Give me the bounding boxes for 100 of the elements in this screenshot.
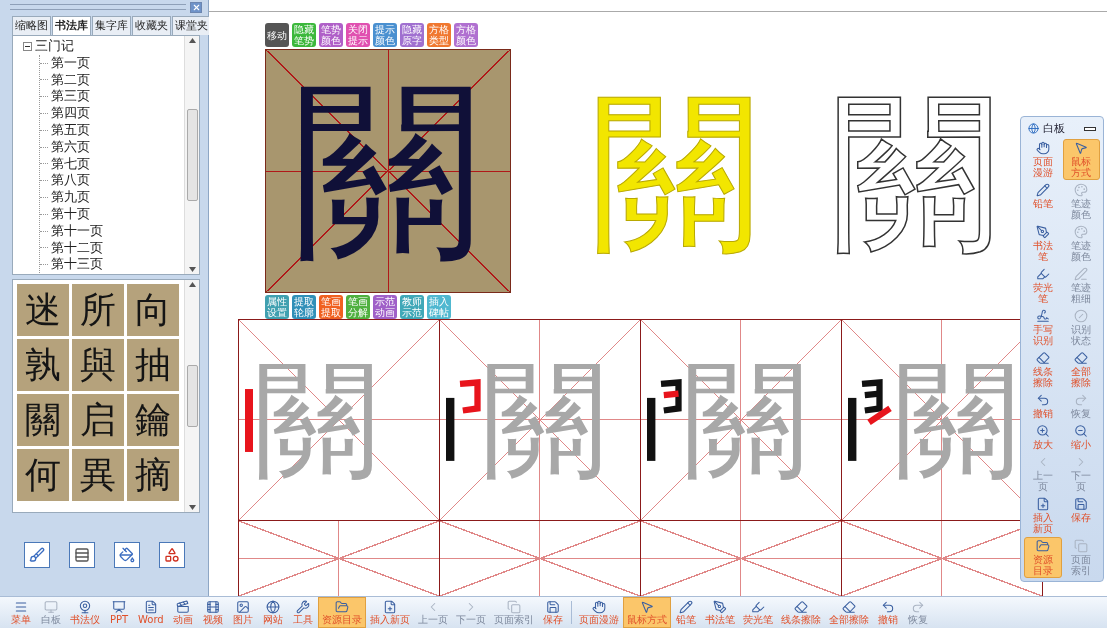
tree-item[interactable]: 第七页 bbox=[51, 155, 90, 173]
tree-item[interactable]: 第一页 bbox=[51, 54, 90, 72]
tree-item[interactable]: 第十一页 bbox=[51, 222, 103, 240]
brush-button[interactable] bbox=[23, 541, 50, 568]
scroll-up-icon[interactable] bbox=[188, 38, 196, 43]
whiteboard-tool[interactable]: 页面漫游 bbox=[1024, 139, 1062, 180]
close-button[interactable] bbox=[190, 1, 202, 13]
scroll-down-icon[interactable] bbox=[188, 267, 196, 272]
panel-title: 白板 bbox=[1043, 121, 1066, 136]
whiteboard-tool[interactable]: 手写识别 bbox=[1024, 307, 1062, 348]
taskbar-button[interactable]: 资源目录 bbox=[317, 597, 366, 628]
scroll-thumb[interactable] bbox=[186, 109, 198, 201]
character-tile[interactable]: 異 bbox=[72, 449, 124, 501]
whiteboard-tool[interactable]: 保存 bbox=[1062, 495, 1100, 536]
tool-button[interactable]: 笔画提取 bbox=[319, 295, 343, 319]
tool-button[interactable]: 移动 bbox=[265, 23, 289, 47]
whiteboard-tool[interactable]: 缩小 bbox=[1062, 422, 1100, 452]
lines-button[interactable] bbox=[68, 541, 95, 568]
taskbar-button[interactable]: 书法笔 bbox=[700, 597, 739, 628]
tool-button[interactable]: 提示颜色 bbox=[373, 23, 397, 47]
tab[interactable]: 书法库 bbox=[52, 16, 91, 35]
taskbar-button[interactable]: 鼠标方式 bbox=[622, 597, 671, 628]
character-tile[interactable]: 所 bbox=[72, 284, 124, 336]
scroll-thumb[interactable] bbox=[186, 365, 198, 427]
tool-button[interactable]: 笔势颜色 bbox=[319, 23, 343, 47]
scroll-down-icon[interactable] bbox=[188, 505, 196, 510]
tool-button[interactable]: 隐藏原字 bbox=[400, 23, 424, 47]
tree-item[interactable]: 第二页 bbox=[51, 71, 90, 89]
taskbar-button[interactable]: 全部擦除 bbox=[824, 597, 873, 628]
taskbar-button[interactable]: 工具 bbox=[287, 597, 318, 628]
taskbar-button[interactable]: 保存 bbox=[537, 597, 568, 628]
tool-button[interactable]: 属性设置 bbox=[265, 295, 289, 319]
tree-item[interactable]: 第三页 bbox=[51, 88, 90, 106]
whiteboard-tool[interactable]: 鼠标方式 bbox=[1062, 139, 1100, 180]
taskbar-button[interactable]: 视频 bbox=[197, 597, 228, 628]
tree-item[interactable]: 第五页 bbox=[51, 122, 90, 139]
character-tile[interactable]: 孰 bbox=[17, 339, 69, 391]
scrollbar[interactable] bbox=[184, 280, 199, 512]
character-tile[interactable]: 启 bbox=[72, 394, 124, 446]
collapse-icon[interactable] bbox=[23, 41, 32, 51]
tool-button[interactable]: 示范动画 bbox=[373, 295, 397, 319]
scroll-up-icon[interactable] bbox=[188, 282, 196, 287]
fill-button[interactable] bbox=[113, 541, 140, 568]
whiteboard-tool[interactable]: 荧光笔 bbox=[1024, 265, 1062, 306]
globe-icon bbox=[1028, 123, 1039, 134]
shapes-button[interactable] bbox=[158, 541, 185, 568]
tool-button[interactable]: 方格类型 bbox=[427, 23, 451, 47]
tool-button[interactable]: 提取轮廓 bbox=[292, 295, 316, 319]
whiteboard-tool[interactable]: 撤销 bbox=[1024, 391, 1062, 421]
character-tile[interactable]: 摘 bbox=[127, 449, 179, 501]
character-tile[interactable]: 鑰 bbox=[127, 394, 179, 446]
taskbar-button[interactable]: 撤销 bbox=[872, 597, 903, 628]
whiteboard-tool[interactable]: 铅笔 bbox=[1024, 181, 1062, 222]
tree-item[interactable]: 第九页 bbox=[51, 189, 90, 206]
taskbar-button[interactable]: 菜单 bbox=[6, 597, 36, 628]
character-tile[interactable]: 與 bbox=[72, 339, 124, 391]
taskbar-button[interactable]: 插入新页 bbox=[365, 597, 414, 628]
tree-item[interactable]: 第十二页 bbox=[51, 239, 103, 257]
tool-button[interactable]: 教师示范 bbox=[400, 295, 424, 319]
taskbar-button[interactable]: 动画 bbox=[167, 597, 198, 628]
tree-item[interactable]: 第四页 bbox=[51, 105, 90, 122]
whiteboard-tool[interactable]: 线条擦除 bbox=[1024, 349, 1062, 390]
tree-item[interactable]: 第六页 bbox=[51, 138, 90, 156]
taskbar-button[interactable]: 页面漫游 bbox=[574, 597, 623, 628]
tool-button[interactable]: 隐藏笔势 bbox=[292, 23, 316, 47]
tab[interactable]: 收藏夹 bbox=[132, 16, 171, 35]
taskbar-button[interactable]: 网站 bbox=[257, 597, 288, 628]
character-tile[interactable]: 迷 bbox=[17, 284, 69, 336]
taskbar-button[interactable]: 图片 bbox=[227, 597, 258, 628]
redo-icon bbox=[910, 600, 925, 614]
tab[interactable]: 课堂夹 bbox=[172, 16, 211, 35]
character-tile[interactable]: 向 bbox=[127, 284, 179, 336]
tab[interactable]: 集字库 bbox=[92, 16, 131, 35]
taskbar-button[interactable]: 荧光笔 bbox=[738, 597, 777, 628]
whiteboard-tool[interactable]: 插入新页 bbox=[1024, 495, 1062, 536]
tool-button[interactable]: 关闭提示 bbox=[346, 23, 370, 47]
tree-item[interactable]: 第八页 bbox=[51, 172, 90, 190]
whiteboard-tool[interactable]: 全部擦除 bbox=[1062, 349, 1100, 390]
pages-icon bbox=[1074, 539, 1089, 553]
taskbar-button[interactable]: 书法仪 bbox=[66, 597, 104, 628]
tool-button[interactable]: 方格颜色 bbox=[454, 23, 478, 47]
taskbar-button[interactable]: 线条擦除 bbox=[776, 597, 825, 628]
character-tile[interactable]: 關 bbox=[17, 394, 69, 446]
whiteboard-tool[interactable]: 放大 bbox=[1024, 422, 1062, 452]
tree-item[interactable]: 三门记 bbox=[35, 38, 74, 55]
taskbar-button[interactable]: PPT bbox=[104, 597, 134, 628]
taskbar-button[interactable]: 铅笔 bbox=[670, 597, 701, 628]
tool-button[interactable]: 插入碑帖 bbox=[427, 295, 451, 319]
character-tile[interactable]: 何 bbox=[17, 449, 69, 501]
whiteboard-tool[interactable]: 资源目录 bbox=[1024, 537, 1062, 578]
taskbar-button[interactable]: Word bbox=[134, 597, 168, 628]
outline-character: 關 bbox=[831, 87, 1001, 257]
character-tile[interactable]: 抽 bbox=[127, 339, 179, 391]
tree-item[interactable]: 第十页 bbox=[51, 205, 90, 223]
scrollbar[interactable] bbox=[184, 36, 199, 274]
tab[interactable]: 缩略图 bbox=[12, 16, 51, 35]
whiteboard-tool[interactable]: 书法笔 bbox=[1024, 223, 1062, 264]
folder-icon bbox=[1035, 539, 1050, 553]
tool-button[interactable]: 笔画分解 bbox=[346, 295, 370, 319]
tree-item[interactable]: 第十三页 bbox=[51, 256, 103, 274]
